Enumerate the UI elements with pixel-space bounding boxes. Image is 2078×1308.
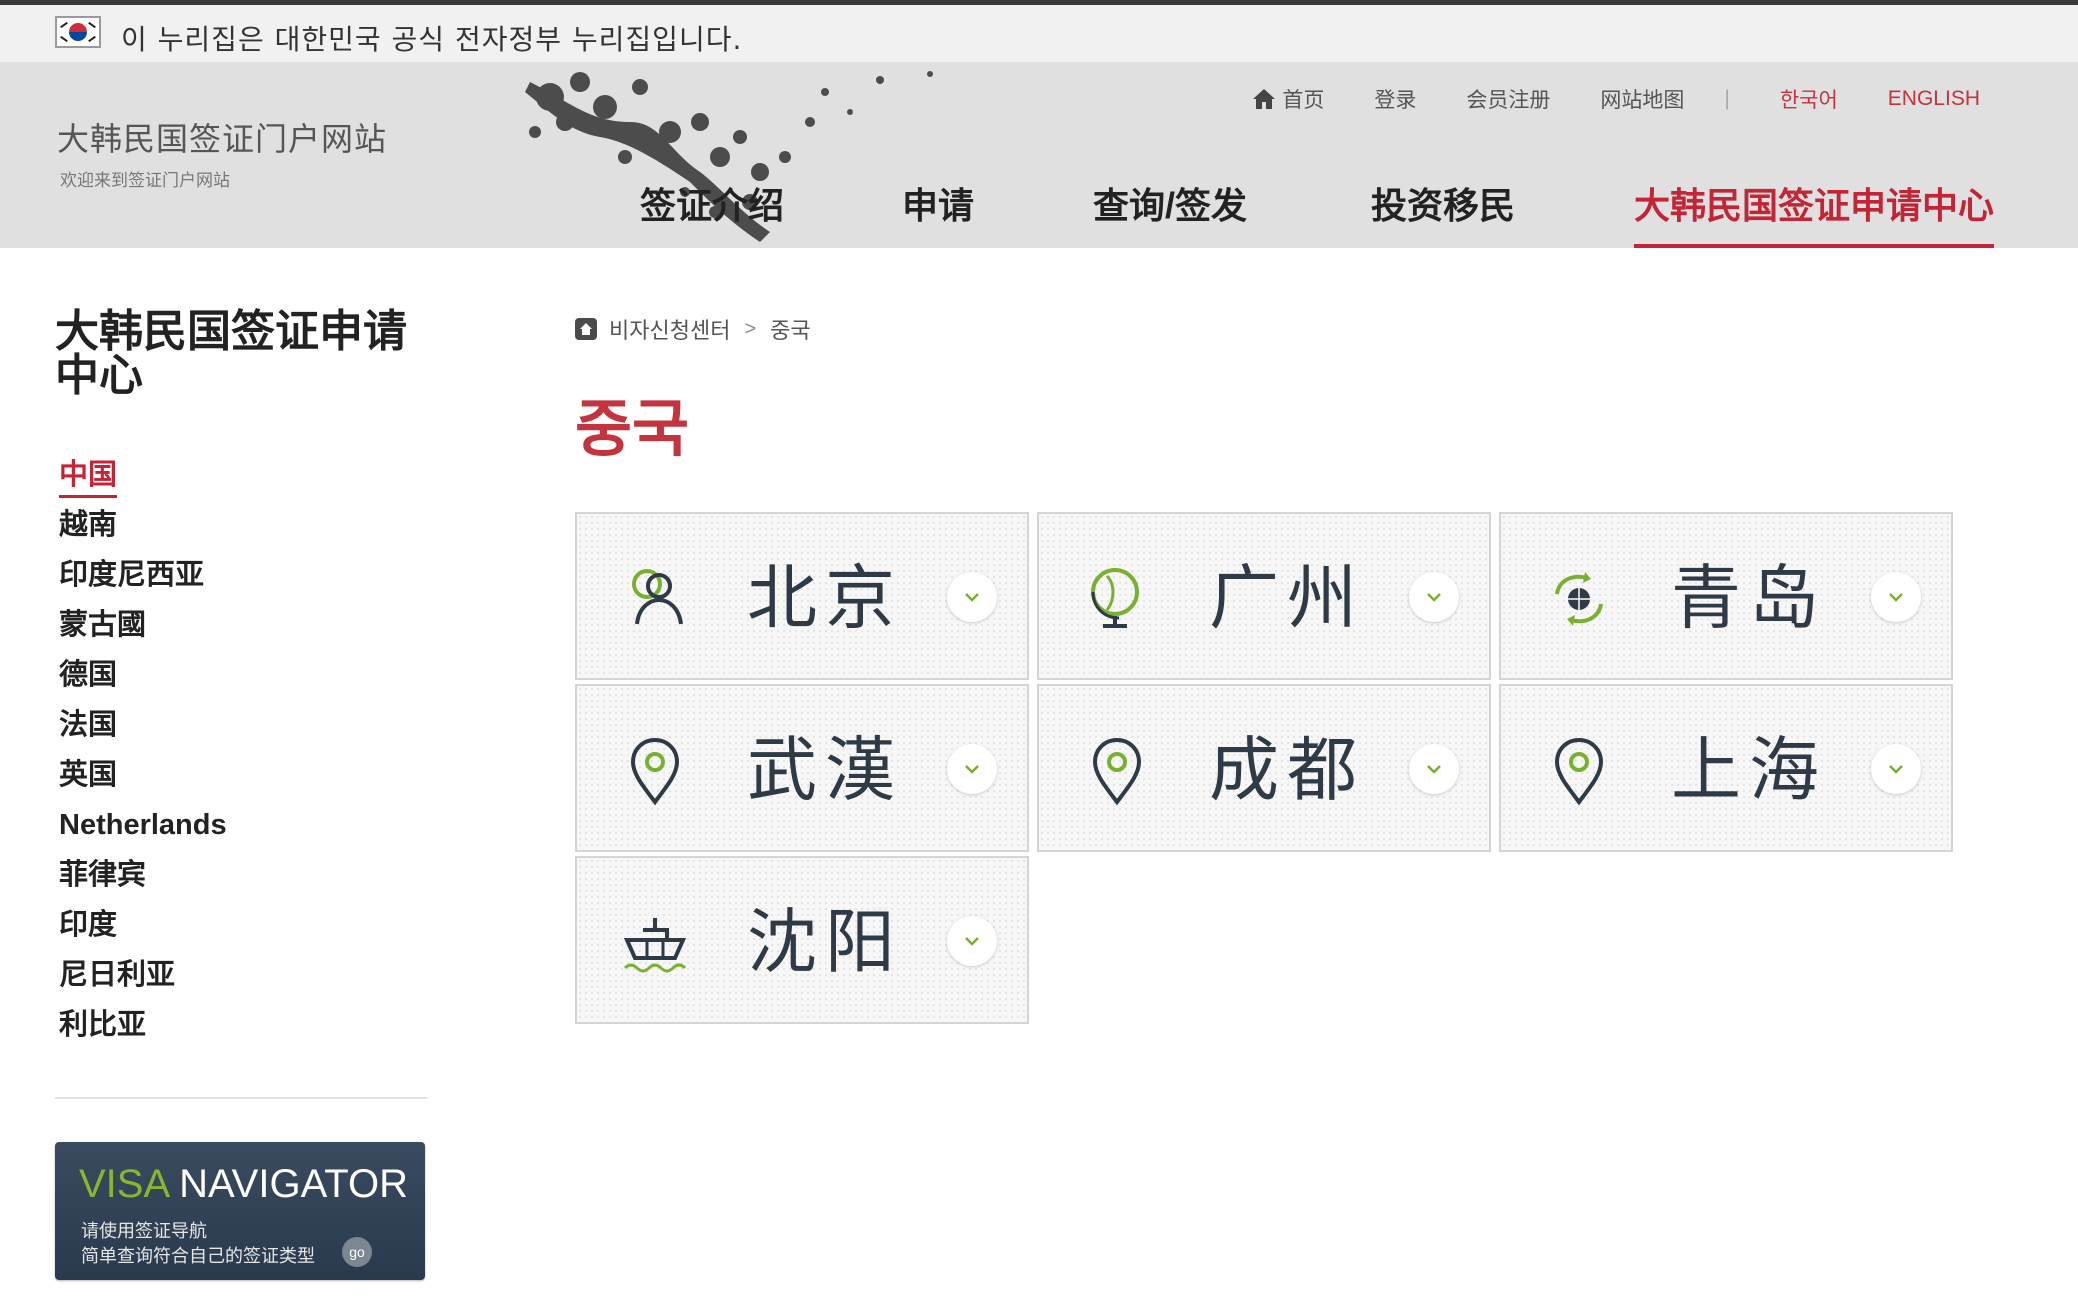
chevron-down-icon[interactable]: [1409, 744, 1459, 794]
sidebar-item-france[interactable]: 法国: [59, 702, 227, 752]
breadcrumb-item-china: 중국: [770, 318, 811, 343]
map-pin-icon: [1092, 737, 1142, 806]
gov-banner: 이 누리집은 대한민국 공식 전자정부 누리집입니다.: [0, 0, 2078, 62]
city-card-chengdu[interactable]: 成都: [1037, 684, 1491, 852]
city-card-guangzhou[interactable]: 广州: [1037, 512, 1491, 680]
chevron-down-icon[interactable]: [947, 916, 997, 966]
chevron-down-icon[interactable]: [947, 572, 997, 622]
sidebar-item-libya[interactable]: 利比亚: [59, 1002, 227, 1052]
city-label: 成都: [1209, 729, 1365, 811]
chevron-down-icon[interactable]: [947, 744, 997, 794]
ship-icon: [623, 918, 687, 973]
sidebar-item-mongolia[interactable]: 蒙古國: [59, 602, 227, 652]
register-link[interactable]: 会员注册: [1466, 84, 1550, 114]
city-label: 沈阳: [747, 901, 903, 983]
city-card-shenyang[interactable]: 沈阳: [575, 856, 1029, 1024]
nav-visa-intro[interactable]: 签证介绍: [640, 162, 784, 248]
person-icon: [632, 569, 683, 625]
city-label: 武漢: [747, 729, 903, 811]
city-card-wuhan[interactable]: 武漢: [575, 684, 1029, 852]
city-card-beijing[interactable]: 北京: [575, 512, 1029, 680]
korean-language-link[interactable]: 한국어: [1780, 84, 1838, 114]
sidebar-item-philippines[interactable]: 菲律宾: [59, 852, 227, 902]
login-link[interactable]: 登录: [1374, 84, 1416, 114]
nav-investment-immigration[interactable]: 投资移民: [1371, 162, 1515, 248]
city-label: 北京: [747, 557, 903, 639]
visa-navigator-title: VISA NAVIGATOR: [79, 1162, 409, 1206]
visa-navigator-go-button[interactable]: go: [342, 1237, 372, 1267]
home-link-label: 首页: [1282, 89, 1325, 112]
sidebar-item-uk[interactable]: 英国: [59, 752, 227, 802]
sidebar-item-netherlands[interactable]: Netherlands: [59, 802, 227, 852]
chevron-down-icon[interactable]: [1409, 572, 1459, 622]
map-pin-icon: [1554, 737, 1604, 806]
visa-navigator-banner[interactable]: VISA NAVIGATOR 请使用签证导航 简单查询符合自己的签证类型 go: [55, 1142, 425, 1280]
visa-navigator-line1: 请使用签证导航: [81, 1221, 207, 1241]
sidebar-title: 大韩民国签证申请中心: [55, 307, 407, 400]
sidebar-item-vietnam[interactable]: 越南: [59, 502, 227, 552]
nav-inquiry-issue[interactable]: 查询/签发: [1093, 162, 1247, 248]
breadcrumb-item-visa-center[interactable]: 비자신청센터: [609, 313, 730, 345]
sidebar-country-list: 中国 越南 印度尼西亚 蒙古國 德国 法国 英国 Netherlands 菲律宾…: [59, 452, 227, 1052]
city-card-shanghai[interactable]: 上海: [1499, 684, 1953, 852]
sidebar-item-nigeria[interactable]: 尼日利亚: [59, 952, 227, 1002]
breadcrumb-separator: >: [744, 317, 757, 340]
main-nav: 签证介绍 申请 查询/签发 投资移民 大韩民国签证申请中心: [0, 162, 2078, 248]
city-label: 广州: [1209, 557, 1365, 639]
globe-icon: [1091, 568, 1139, 628]
nav-apply[interactable]: 申请: [902, 162, 974, 248]
site-header: 大韩民国签证门户网站 欢迎来到签证门户网站 首页 登录 会员注册 网站地图 | …: [0, 62, 2078, 248]
gov-banner-text: 이 누리집은 대한민국 공식 전자정부 누리집입니다.: [121, 23, 743, 56]
site-title[interactable]: 大韩民国签证门户网站: [57, 114, 387, 160]
city-label: 青岛: [1671, 557, 1827, 639]
sidebar-item-china[interactable]: 中国: [59, 452, 227, 502]
sidebar-item-germany[interactable]: 德国: [59, 652, 227, 702]
world-arrows-icon: [1555, 572, 1603, 626]
home-link[interactable]: 首页: [1252, 84, 1324, 114]
nav-visa-application-center[interactable]: 大韩民国签证申请中心: [1634, 162, 1995, 248]
english-language-link[interactable]: ENGLISH: [1888, 87, 1980, 111]
sitemap-link[interactable]: 网站地图: [1600, 84, 1684, 114]
chevron-down-icon[interactable]: [1871, 572, 1921, 622]
sidebar-item-india[interactable]: 印度: [59, 902, 227, 952]
home-icon[interactable]: [575, 318, 597, 340]
korea-flag-icon: [55, 16, 101, 48]
city-card-qingdao[interactable]: 青岛: [1499, 512, 1953, 680]
home-icon: [1253, 89, 1276, 109]
sidebar-item-indonesia[interactable]: 印度尼西亚: [59, 552, 227, 602]
visa-navigator-line2: 简单查询符合自己的签证类型: [81, 1246, 315, 1266]
page-title: 중국: [575, 392, 690, 465]
utility-nav: 首页 登录 会员注册 网站地图 | 한국어 ENGLISH: [1252, 84, 1980, 114]
breadcrumb: 비자신청센터 > 중국: [575, 313, 811, 345]
sidebar-divider: [55, 1097, 427, 1099]
chevron-down-icon[interactable]: [1871, 744, 1921, 794]
city-label: 上海: [1671, 729, 1827, 811]
map-pin-icon: [630, 737, 680, 806]
utility-separator: |: [1724, 87, 1730, 110]
